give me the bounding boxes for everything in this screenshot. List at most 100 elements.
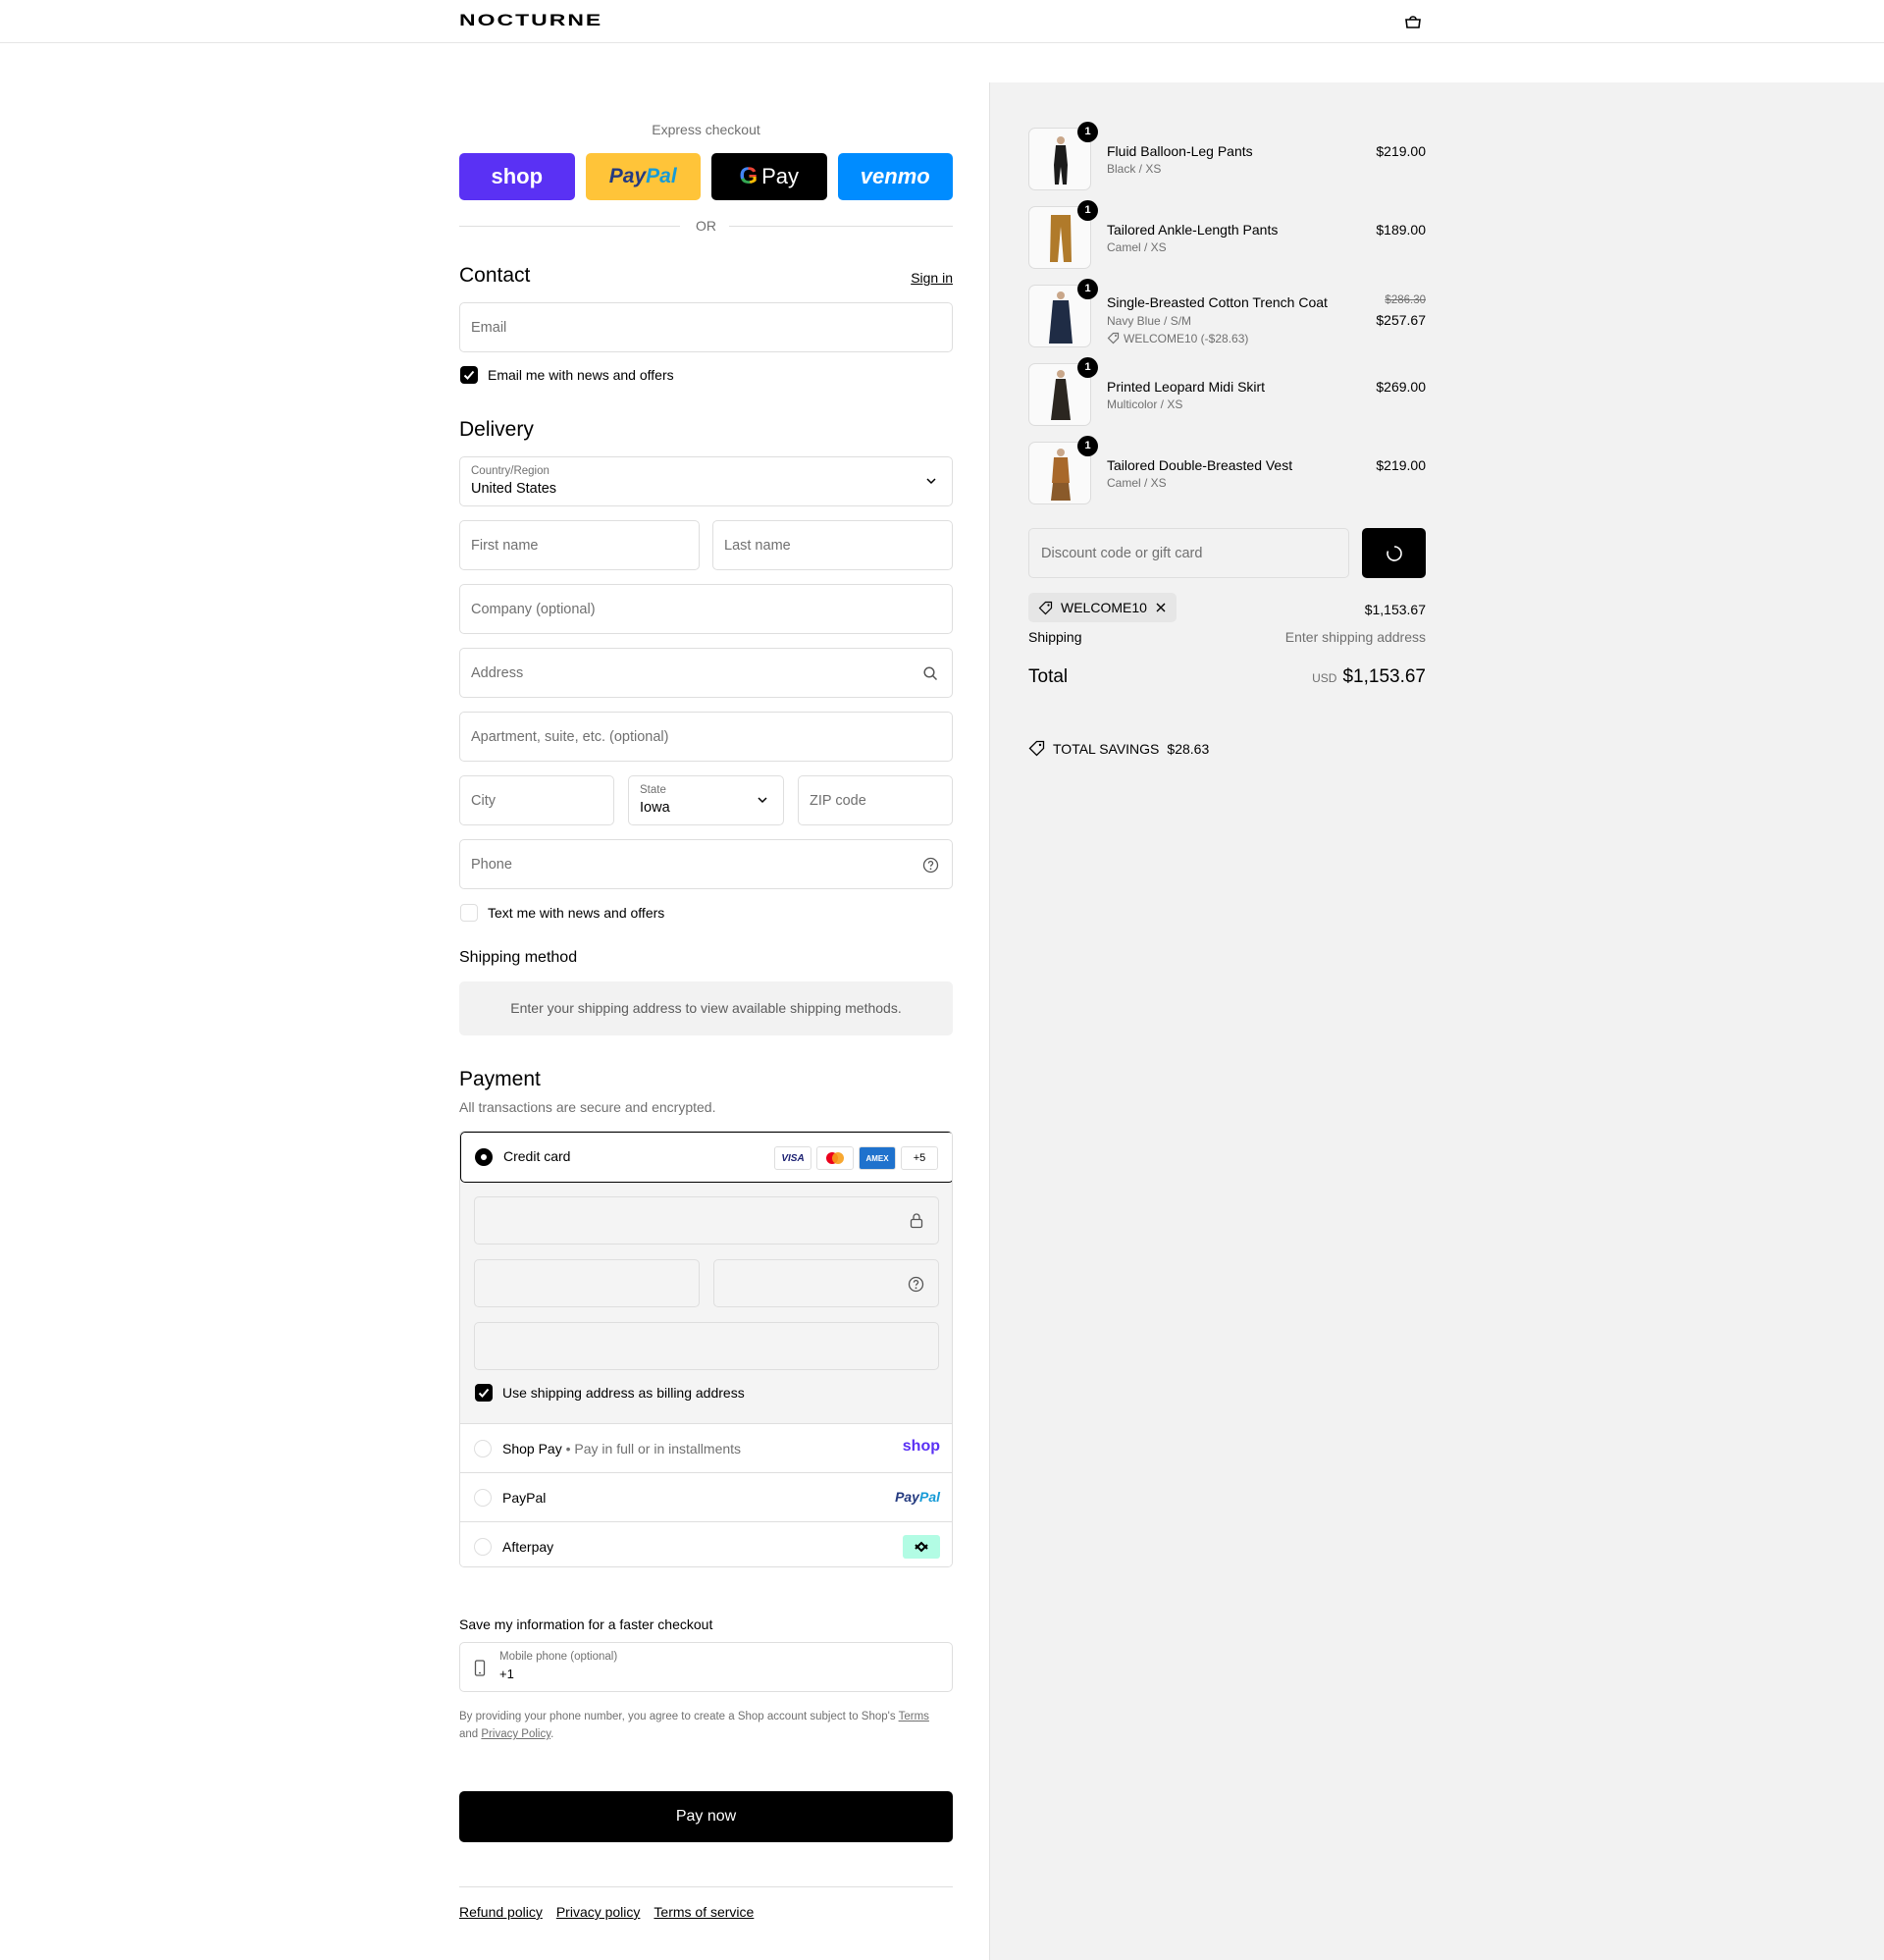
state-select[interactable]: State Iowa: [628, 775, 784, 825]
mobile-phone-field[interactable]: Mobile phone (optional) +1: [459, 1642, 953, 1692]
privacy-policy-link[interactable]: Privacy policy: [556, 1904, 641, 1920]
name-on-card-field[interactable]: [474, 1322, 939, 1370]
total-savings-label: TOTAL SAVINGS: [1053, 740, 1160, 757]
company-placeholder: Company (optional): [471, 602, 596, 617]
mobile-phone-value: +1: [499, 1667, 514, 1681]
last-name-field[interactable]: Last name: [712, 520, 953, 570]
first-name-field[interactable]: First name: [459, 520, 700, 570]
address-placeholder: Address: [471, 665, 524, 681]
card-number-field[interactable]: [474, 1196, 939, 1245]
item-garment: [1050, 215, 1072, 262]
cart-item: 1 Tailored Double-Breasted Vest Camel / …: [1028, 436, 1426, 504]
brand-logo[interactable]: NOCTURNE: [459, 11, 602, 30]
divider-line-right: [729, 226, 953, 227]
shop-pay-option[interactable]: Shop Pay • Pay in full or in installment…: [460, 1423, 952, 1472]
address-field[interactable]: Address: [459, 648, 953, 698]
total-value: $1,153.67: [1342, 666, 1426, 687]
paypal-button[interactable]: Pay Pal: [585, 153, 701, 200]
venmo-button[interactable]: venmo: [837, 153, 953, 200]
country-select[interactable]: Country/Region United States: [459, 456, 953, 506]
text-news-label: Text me with news and offers: [488, 905, 665, 921]
quantity-badge: 1: [1077, 122, 1098, 142]
shop-pay-logo: shop: [491, 164, 544, 188]
applied-discount-chip: WELCOME10: [1028, 593, 1177, 622]
tag-icon: [1028, 740, 1045, 757]
chevron-down-icon: [758, 797, 767, 804]
company-field[interactable]: Company (optional): [459, 584, 953, 634]
contact-title: Contact: [459, 264, 531, 287]
quantity-badge: 1: [1077, 436, 1098, 456]
shipping-label: Shipping: [1028, 629, 1082, 645]
checkmark-icon: [478, 1388, 490, 1398]
billing-address-label: Use shipping address as billing address: [502, 1385, 745, 1401]
first-name-placeholder: First name: [471, 538, 539, 554]
item-variant: Black / XS: [1107, 162, 1162, 176]
shopping-bag-icon[interactable]: [1402, 14, 1424, 29]
pay-now-button[interactable]: Pay now: [459, 1791, 953, 1842]
cart-item: 1 Printed Leopard Midi Skirt Multicolor …: [1028, 357, 1426, 426]
shipping-method-title: Shipping method: [459, 949, 578, 966]
email-placeholder: Email: [471, 320, 507, 336]
afterpay-arrows-icon: [915, 1541, 928, 1553]
last-name-placeholder: Last name: [724, 538, 791, 554]
terms-of-service-link[interactable]: Terms of service: [654, 1904, 754, 1920]
shipping-value: Enter shipping address: [1284, 629, 1426, 645]
credit-card-option[interactable]: Credit card VISA AMEX +5: [460, 1132, 952, 1183]
cart-item: 1 Single-Breasted Cotton Trench Coat Nav…: [1028, 279, 1426, 347]
zip-field[interactable]: ZIP code: [798, 775, 953, 825]
close-icon[interactable]: [1155, 602, 1167, 613]
item-price: $189.00: [1376, 222, 1426, 238]
afterpay-option[interactable]: Afterpay: [460, 1521, 952, 1566]
shop-pay-note: Pay in full or in installments: [574, 1441, 742, 1457]
phone-field[interactable]: Phone: [459, 839, 953, 889]
item-original-price: $286.30: [1385, 294, 1426, 306]
apply-discount-button[interactable]: [1362, 528, 1426, 578]
paypal-radio[interactable]: [474, 1489, 492, 1507]
amex-icon: AMEX: [859, 1146, 896, 1170]
city-field[interactable]: City: [459, 775, 614, 825]
item-price: $269.00: [1376, 379, 1426, 395]
afterpay-radio[interactable]: [474, 1538, 492, 1556]
legal-prefix: By providing your phone number, you agre…: [459, 1711, 896, 1722]
sign-in-link[interactable]: Sign in: [911, 270, 953, 286]
item-name: Printed Leopard Midi Skirt: [1107, 379, 1266, 395]
email-field[interactable]: Email: [459, 302, 953, 352]
state-label: State: [640, 784, 666, 796]
paypal-option[interactable]: PayPal PayPal: [460, 1472, 952, 1521]
credit-card-radio[interactable]: [475, 1148, 493, 1166]
shop-privacy-link[interactable]: Privacy Policy: [481, 1728, 550, 1740]
google-g-icon: G: [739, 163, 759, 189]
item-price: $219.00: [1376, 143, 1426, 159]
tag-icon: [1038, 601, 1053, 614]
shop-terms-link[interactable]: Terms: [899, 1711, 929, 1722]
refund-policy-link[interactable]: Refund policy: [459, 1904, 543, 1920]
email-news-checkbox[interactable]: [460, 366, 478, 384]
item-discount: WELCOME10 (-$28.63): [1107, 332, 1248, 345]
venmo-logo: venmo: [860, 164, 930, 188]
google-pay-button[interactable]: G Pay: [711, 153, 827, 200]
item-name: Fluid Balloon-Leg Pants: [1107, 143, 1253, 159]
help-icon[interactable]: [922, 857, 939, 874]
shop-pay-button[interactable]: shop: [459, 153, 575, 200]
subtotal-value: $1,153.67: [1364, 602, 1426, 617]
item-garment: [1049, 300, 1073, 344]
country-label: Country/Region: [471, 465, 550, 477]
checkmark-icon: [463, 370, 475, 380]
shop-pay-separator: •: [565, 1441, 571, 1457]
paypal-logo-b: Pal: [646, 165, 677, 187]
security-code-field[interactable]: [713, 1259, 939, 1307]
apartment-field[interactable]: Apartment, suite, etc. (optional): [459, 712, 953, 762]
shipping-method-message: Enter your shipping address to view avai…: [459, 981, 953, 1035]
discount-code-field[interactable]: Discount code or gift card: [1028, 528, 1349, 578]
billing-address-checkbox[interactable]: [475, 1384, 493, 1402]
expiration-field[interactable]: [474, 1259, 700, 1307]
more-cards-badge: +5: [901, 1146, 938, 1170]
text-news-checkbox[interactable]: [460, 904, 478, 922]
tag-icon: [1107, 332, 1120, 344]
item-variant: Camel / XS: [1107, 476, 1167, 490]
apartment-placeholder: Apartment, suite, etc. (optional): [471, 729, 669, 745]
shop-pay-radio[interactable]: [474, 1440, 492, 1457]
help-icon[interactable]: [908, 1276, 924, 1293]
total-savings-value: $28.63: [1167, 740, 1210, 757]
or-divider: OR: [459, 218, 953, 234]
